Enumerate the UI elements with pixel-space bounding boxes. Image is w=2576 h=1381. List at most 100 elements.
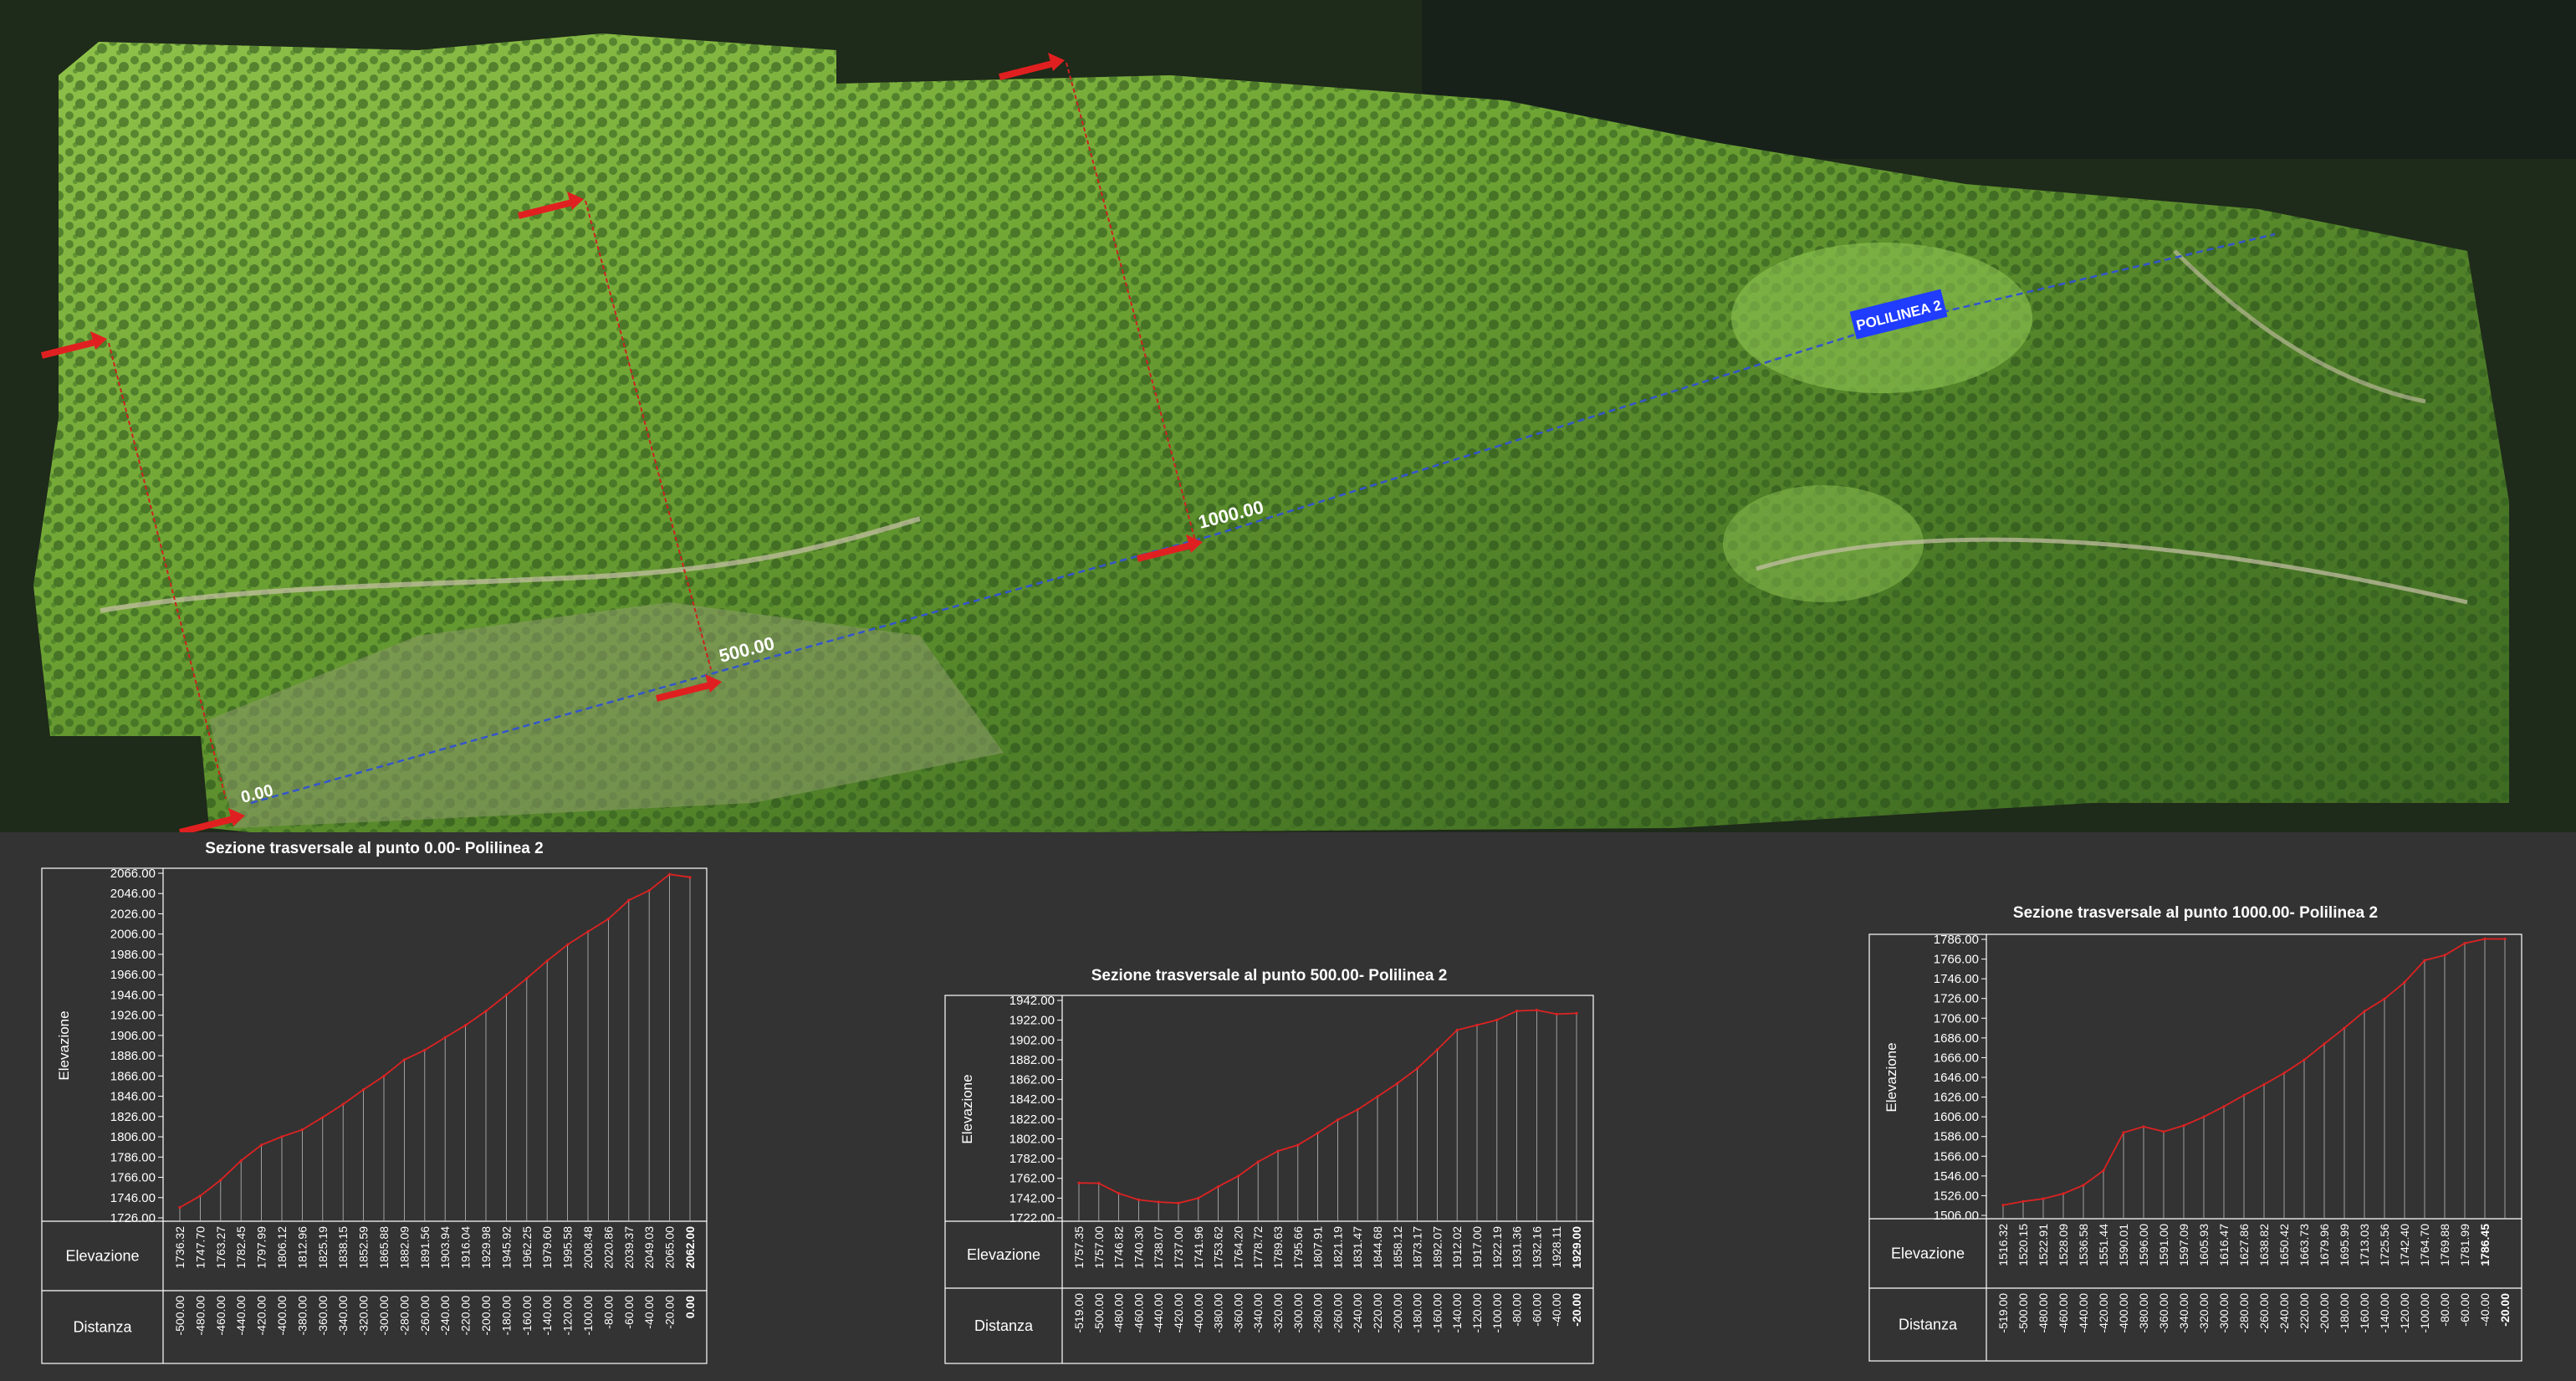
- elevation-point: [260, 1143, 263, 1147]
- elevation-cell: 1627.86: [2237, 1224, 2251, 1266]
- y-tick-label: 1626.00: [1934, 1091, 1979, 1105]
- distance-cell: -120.00: [2398, 1293, 2411, 1333]
- elevation-point: [464, 1024, 468, 1027]
- y-tick-label: 1846.00: [110, 1090, 156, 1104]
- table-row-label-elevation: Elevazione: [65, 1248, 139, 1265]
- distance-cell: -380.00: [295, 1296, 309, 1336]
- elevation-cell: 1858.12: [1391, 1226, 1404, 1269]
- distance-cell: -280.00: [397, 1296, 411, 1336]
- elevation-point: [1555, 1012, 1558, 1016]
- elevation-point: [219, 1179, 222, 1182]
- y-tick-label: 1966.00: [110, 968, 156, 982]
- elevation-point: [1455, 1028, 1459, 1032]
- elevation-cell: 1795.66: [1291, 1226, 1305, 1269]
- distance-cell: -440.00: [234, 1296, 248, 1336]
- elevation-point: [1157, 1200, 1160, 1204]
- y-tick-label: 1706.00: [1934, 1011, 1979, 1026]
- y-tick-label: 1606.00: [1934, 1110, 1979, 1124]
- distance-cell: -240.00: [438, 1296, 452, 1336]
- elevation-cell: 1551.44: [2097, 1224, 2110, 1266]
- distance-cell: -500.00: [173, 1296, 187, 1336]
- elevation-cell: 1764.70: [2418, 1224, 2431, 1266]
- elevation-point: [2403, 980, 2406, 984]
- elevation-cell: 1825.19: [316, 1226, 330, 1269]
- elevation-point: [2363, 1010, 2366, 1013]
- elevation-point: [2242, 1093, 2246, 1097]
- y-tick-label: 1986.00: [110, 948, 156, 962]
- elevation-cell: 1807.91: [1311, 1226, 1325, 1269]
- distance-cell: -440.00: [1152, 1293, 1165, 1333]
- elevation-point: [1137, 1198, 1140, 1201]
- table-row-label-elevation: Elevazione: [1891, 1245, 1965, 1262]
- elevation-cell: 1520.15: [2016, 1224, 2030, 1266]
- elevation-cell: 1945.92: [499, 1226, 513, 1269]
- distance-cell: -340.00: [2177, 1293, 2190, 1333]
- distance-cell: -260.00: [1331, 1293, 1344, 1333]
- distance-cell: -100.00: [1490, 1293, 1504, 1333]
- elevation-cell: 1928.11: [1550, 1226, 1563, 1268]
- elevation-point: [423, 1048, 427, 1051]
- y-tick-label: 1882.00: [1009, 1053, 1055, 1067]
- elevation-point: [2021, 1199, 2025, 1203]
- elevation-cell: 1962.25: [520, 1226, 534, 1269]
- distance-cell: -40.00: [2478, 1293, 2492, 1327]
- elevation-point: [1316, 1131, 1320, 1135]
- elevation-cell: 1679.96: [2318, 1224, 2331, 1266]
- y-tick-label: 2026.00: [110, 907, 156, 921]
- elevation-cell: 1638.82: [2257, 1224, 2271, 1266]
- y-tick-label: 1726.00: [1934, 992, 1979, 1006]
- y-axis-label: Elevazione: [56, 1010, 72, 1080]
- y-tick-label: 1766.00: [110, 1171, 156, 1185]
- elevation-point: [606, 918, 611, 921]
- elevation-point: [1495, 1018, 1499, 1022]
- distance-cell: -380.00: [2137, 1293, 2150, 1333]
- elevation-point: [1356, 1108, 1359, 1112]
- y-tick-label: 1762.00: [1009, 1172, 1055, 1186]
- y-tick-label: 1886.00: [110, 1049, 156, 1063]
- elevation-profile-line: [1078, 1009, 1577, 1205]
- y-tick-label: 1746.00: [110, 1191, 156, 1205]
- elevation-cell: 1882.09: [397, 1226, 411, 1269]
- elevation-cell: 1591.00: [2157, 1224, 2170, 1266]
- distance-cell: -80.00: [2438, 1293, 2451, 1327]
- distance-cell: -180.00: [499, 1296, 513, 1336]
- elevation-cell: 1741.96: [1192, 1226, 1205, 1269]
- elevation-point: [2483, 937, 2487, 941]
- elevation-cell: 1979.60: [540, 1226, 554, 1269]
- y-tick-label: 1946.00: [110, 988, 156, 1002]
- elevation-point: [2102, 1169, 2105, 1173]
- distance-cell: -260.00: [418, 1296, 432, 1336]
- chart-svg: 1506.00 1526.00 1546.00 1566.00 1586.00 1606.…: [1868, 933, 2522, 1362]
- elevation-cell: 1873.17: [1411, 1226, 1424, 1269]
- elevation-point: [1435, 1048, 1439, 1051]
- y-tick-label: 1686.00: [1934, 1031, 1979, 1046]
- y-tick-label: 1506.00: [1934, 1209, 1979, 1223]
- y-tick-label: 1942.00: [1009, 994, 1055, 1008]
- elevation-point: [2222, 1105, 2226, 1108]
- distance-cell: -200.00: [2318, 1293, 2331, 1333]
- elevation-cell: 1922.19: [1490, 1226, 1504, 1269]
- distance-cell: -519.00: [1996, 1293, 2010, 1333]
- distance-cell: -80.00: [1510, 1293, 1524, 1327]
- elevation-cell: 1769.88: [2438, 1224, 2451, 1266]
- elevation-cell: 1605.93: [2197, 1224, 2211, 1266]
- distance-cell: -340.00: [336, 1296, 350, 1336]
- distance-cell: -340.00: [1251, 1293, 1265, 1333]
- elevation-point: [2343, 1026, 2346, 1030]
- elevation-point: [2122, 1131, 2125, 1134]
- distance-cell: -280.00: [2237, 1293, 2251, 1333]
- y-tick-label: 1826.00: [110, 1110, 156, 1124]
- elevation-cell: 1797.99: [255, 1226, 268, 1269]
- distance-cell: -420.00: [1172, 1293, 1185, 1333]
- elevation-point: [321, 1116, 325, 1119]
- elevation-cell: 1912.02: [1450, 1226, 1464, 1269]
- table-row-label-distance: Distanza: [1899, 1317, 1958, 1333]
- table-row-label-elevation: Elevazione: [967, 1246, 1040, 1263]
- elevation-point: [2001, 1204, 2005, 1207]
- distance-cell: -140.00: [2378, 1293, 2391, 1333]
- distance-cell: -60.00: [622, 1296, 636, 1329]
- elevation-point: [1396, 1082, 1399, 1085]
- elevation-point: [1077, 1181, 1081, 1184]
- elevation-cell: 1844.68: [1371, 1226, 1384, 1269]
- elevation-point: [2503, 937, 2507, 941]
